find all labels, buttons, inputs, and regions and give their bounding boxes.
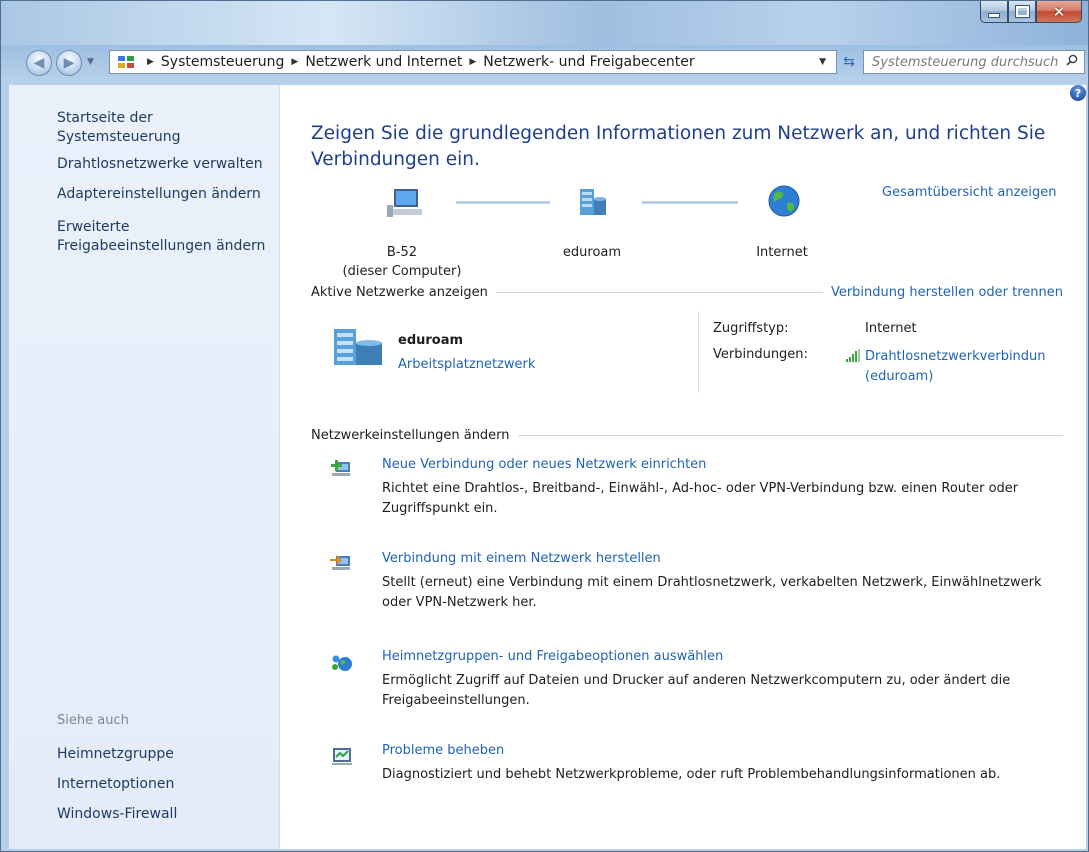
- navigation-bar: ◀ ▶ ▼ ▶ Systemsteuerung ▶ Netzwerk und I…: [1, 45, 1088, 85]
- help-icon[interactable]: ?: [1070, 85, 1086, 101]
- troubleshoot-icon: [332, 748, 352, 765]
- search-icon[interactable]: [1066, 54, 1078, 66]
- window-controls: ✕: [980, 1, 1082, 23]
- sidebar-link-advanced-sharing[interactable]: Erweiterte Freigabeeinstellungen ändern: [57, 218, 272, 256]
- see-also-label: Siehe auch: [57, 713, 129, 728]
- title-bar[interactable]: ✕: [1, 1, 1088, 45]
- maximize-icon: [1014, 5, 1030, 18]
- task-description: Diagnostiziert und behebt Netzwerkproble…: [382, 767, 1001, 782]
- map-node-internet: Internet: [732, 245, 832, 260]
- refresh-icon: ⇆: [843, 54, 855, 70]
- refresh-button[interactable]: ⇆: [838, 50, 860, 74]
- connect-disconnect-link[interactable]: Verbindung herstellen oder trennen: [831, 285, 1063, 300]
- homegroup-sharing-link[interactable]: Heimnetzgruppen- und Freigabeoptionen au…: [382, 649, 723, 664]
- network-building-icon: [580, 189, 606, 215]
- map-node-computer: B-52 (dieser Computer): [332, 245, 472, 279]
- sidebar-link-home[interactable]: Startseite der Systemsteuerung: [57, 109, 272, 147]
- maximize-button[interactable]: [1008, 1, 1036, 23]
- computer-subtitle: (dieser Computer): [342, 264, 462, 279]
- close-button[interactable]: ✕: [1036, 1, 1082, 23]
- arrow-right-icon: ▶: [63, 55, 75, 71]
- connection-link-line1: Drahtlosnetzwerkverbindun: [865, 349, 1046, 364]
- main-content: ? Zeigen Sie die grundlegenden Informati…: [280, 85, 1086, 849]
- divider: [517, 435, 1063, 436]
- task-description: Stellt (erneut) eine Verbindung mit eine…: [382, 575, 1042, 610]
- computer-icon: [387, 189, 422, 217]
- connections-label: Verbindungen:: [713, 347, 808, 362]
- new-connection-icon: [331, 460, 350, 476]
- full-map-link[interactable]: Gesamtübersicht anzeigen: [882, 185, 1057, 200]
- breadcrumb-freigabecenter[interactable]: Netzwerk- und Freigabecenter: [483, 54, 694, 70]
- signal-strength-icon: [846, 349, 860, 362]
- sidebar: Startseite der Systemsteuerung Drahtlosn…: [9, 85, 280, 849]
- divider: [698, 311, 699, 393]
- network-type-link[interactable]: Arbeitsplatznetzwerk: [398, 357, 535, 372]
- search-input[interactable]: [872, 54, 1058, 70]
- forward-button[interactable]: ▶: [56, 50, 82, 76]
- wireless-connection-link[interactable]: Drahtlosnetzwerkverbindun (eduroam): [865, 347, 1046, 387]
- explorer-window: ✕ ◀ ▶ ▼ ▶ Systemsteuerung ▶ Netzwerk und…: [0, 0, 1089, 852]
- breadcrumb-separator-icon[interactable]: ▶: [469, 57, 476, 67]
- active-networks-heading-row: Aktive Netzwerke anzeigen Verbindung her…: [311, 285, 1063, 300]
- address-bar[interactable]: ▶ Systemsteuerung ▶ Netzwerk und Interne…: [109, 50, 837, 74]
- network-name: eduroam: [562, 245, 622, 260]
- active-network-icon: [334, 329, 382, 365]
- sidebar-link-homegroup[interactable]: Heimnetzgruppe: [57, 745, 272, 764]
- breadcrumb-separator-icon[interactable]: ▶: [147, 57, 154, 67]
- divider: [495, 292, 823, 293]
- troubleshoot-link[interactable]: Probleme beheben: [382, 743, 504, 758]
- connection-link-line2: (eduroam): [865, 369, 934, 384]
- connection-line: [456, 201, 550, 204]
- sidebar-link-adapter-settings[interactable]: Adaptereinstellungen ändern: [57, 185, 272, 204]
- active-network-name: eduroam: [398, 333, 464, 348]
- map-node-network: eduroam: [542, 245, 642, 260]
- chevron-down-icon: ▼: [87, 57, 94, 67]
- connect-network-icon: [330, 555, 350, 570]
- recent-pages-dropdown[interactable]: ▼: [87, 57, 94, 67]
- control-panel-icon: [118, 56, 134, 68]
- search-box[interactable]: [863, 50, 1085, 74]
- task-description: Richtet eine Drahtlos-, Breitband-, Einw…: [382, 481, 1019, 516]
- internet-globe-icon: [768, 185, 800, 217]
- internet-label: Internet: [756, 245, 808, 260]
- address-dropdown-icon[interactable]: ▼: [819, 57, 826, 67]
- back-button[interactable]: ◀: [26, 50, 52, 76]
- connect-network-link[interactable]: Verbindung mit einem Netzwerk herstellen: [382, 551, 661, 566]
- network-settings-heading-row: Netzwerkeinstellungen ändern: [311, 428, 1063, 443]
- sidebar-link-manage-wireless[interactable]: Drahtlosnetzwerke verwalten: [57, 155, 272, 174]
- active-networks-heading: Aktive Netzwerke anzeigen: [311, 285, 488, 300]
- page-title: Zeigen Sie die grundlegenden Information…: [311, 123, 1046, 170]
- breadcrumb-netzwerk-und-internet[interactable]: Netzwerk und Internet: [305, 54, 462, 70]
- breadcrumb-systemsteuerung[interactable]: Systemsteuerung: [161, 54, 284, 70]
- sidebar-link-internet-options[interactable]: Internetoptionen: [57, 775, 272, 794]
- homegroup-icon: [332, 655, 352, 671]
- connection-line: [642, 201, 738, 204]
- network-settings-heading: Netzwerkeinstellungen ändern: [311, 428, 510, 443]
- access-type-value: Internet: [865, 321, 917, 336]
- breadcrumb-separator-icon[interactable]: ▶: [291, 57, 298, 67]
- access-type-label: Zugriffstyp:: [713, 321, 789, 336]
- task-description: Ermöglicht Zugriff auf Dateien und Druck…: [382, 673, 1011, 708]
- minimize-icon: [988, 13, 1000, 18]
- minimize-button[interactable]: [980, 1, 1008, 23]
- arrow-left-icon: ◀: [33, 55, 45, 71]
- new-connection-link[interactable]: Neue Verbindung oder neues Netzwerk einr…: [382, 457, 706, 472]
- sidebar-link-firewall[interactable]: Windows-Firewall: [57, 805, 272, 824]
- computer-name: B-52: [386, 245, 418, 260]
- close-icon: ✕: [1052, 2, 1066, 21]
